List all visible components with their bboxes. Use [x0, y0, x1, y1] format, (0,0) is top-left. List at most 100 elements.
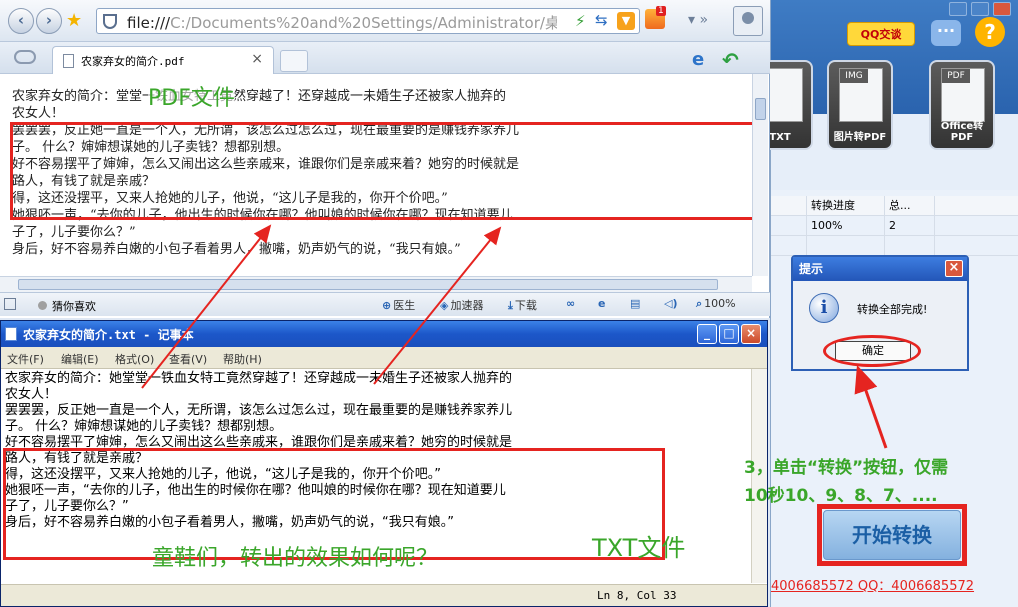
shield-icon [103, 14, 117, 29]
total-cell: 2 [885, 216, 935, 235]
glasses-icon[interactable]: ∞ [566, 297, 577, 310]
tab-title: 农家弃女的简介.pdf [81, 55, 185, 68]
start-convert-button[interactable]: 开始转换 [823, 510, 961, 560]
text-line: 罢罢罢，反正她一直是一个人，无所谓，该怎么过怎么过，现在最重要的是赚钱养家养儿 [5, 403, 513, 418]
dialog-close-icon[interactable]: × [945, 260, 963, 277]
sidebar-toggle-icon[interactable] [4, 298, 16, 310]
zoom-icon: ⌕ [696, 297, 703, 310]
cloud-icon[interactable] [14, 50, 36, 64]
dialog-title: 提示 [793, 257, 967, 281]
notepad-status-bar: Ln 8, Col 33 [1, 584, 767, 606]
notepad-titlebar[interactable]: 农家弃女的简介.txt - 记事本 _ □ × [1, 321, 767, 347]
pdf-icon: PDF [941, 68, 985, 122]
accelerator-icon: ◈ [440, 299, 449, 312]
notepad-title: 农家弃女的简介.txt - 记事本 [23, 328, 194, 342]
browser-status-bar: 猜你喜欢 ⊕ 医生 ◈ 加速器 ⤓ 下载 ∞ e ▤ ◁) ⌕ 100% [0, 292, 770, 316]
address-text[interactable]: file:///C:/Documents%20and%20Settings/Ad… [127, 12, 557, 33]
progress-cell: 100% [807, 216, 885, 235]
browser-window: ‹ › ★ file:///C:/Documents%20and%20Setti… [0, 0, 770, 318]
star-icon[interactable]: ★ [66, 10, 82, 31]
tab-pdf[interactable]: 农家弃女的简介.pdf × [52, 46, 274, 74]
sync-icon[interactable]: ⇆ [595, 11, 608, 29]
dialog-message: 转换全部完成! [857, 303, 928, 316]
volume-icon[interactable]: ◁) [664, 297, 680, 310]
tool-office-label: Office转PDF [940, 121, 984, 143]
back-button[interactable]: ‹ [8, 8, 34, 34]
forward-button[interactable]: › [36, 8, 62, 34]
minimize-button[interactable] [949, 2, 967, 16]
ie-mode-icon[interactable]: e [598, 297, 607, 310]
tab-bar: 农家弃女的简介.pdf × e ↶ [0, 42, 770, 74]
maximize-button[interactable]: □ [719, 324, 739, 344]
table-row[interactable]: 100% 2 [771, 216, 1018, 236]
text-line: 子。 什么？婶婶想谋她的儿子卖钱？想都别想。 [5, 419, 283, 434]
dropdown-icon[interactable]: ▼ [617, 12, 635, 30]
more-icon[interactable]: ▾ » [688, 12, 708, 28]
menu-edit[interactable]: 编辑(E) [61, 351, 99, 367]
scroll-thumb[interactable] [755, 98, 766, 120]
text-line: 农女人！ [5, 387, 58, 402]
close-button[interactable] [993, 2, 1011, 16]
guess-you-like[interactable]: 猜你喜欢 [52, 298, 96, 314]
close-button[interactable]: × [741, 324, 761, 344]
new-tab-button[interactable] [280, 50, 308, 72]
table-row [771, 236, 1018, 256]
text-line: 衣家弃女的简介：她堂堂一铁血女特工竟然穿越了！还穿越成一未婚生子还被家人抛弃的 [5, 371, 513, 386]
step-line-2: 10秒10、9、8、7、.... [744, 486, 938, 506]
task-table: 转换进度 总... 100% 2 [771, 196, 1018, 256]
step-line-1: 3，单击“转换”按钮，仅需 [744, 458, 949, 478]
doctor-icon: ⊕ [382, 299, 392, 312]
pdf-viewer[interactable]: 农家弃女的简介：堂堂一铁血女特工竟然穿越了！还穿越成一未婚生子还被家人抛弃的 农… [0, 74, 752, 276]
tool-image-to-pdf[interactable]: IMG 图片转PDF [827, 60, 893, 150]
navigation-bar: ‹ › ★ file:///C:/Documents%20and%20Setti… [0, 0, 770, 42]
clipboard-icon[interactable]: ▤ [630, 297, 642, 310]
horizontal-scrollbar[interactable] [0, 276, 752, 292]
contact-link[interactable]: 4006685572 QQ：4006685572 [771, 575, 974, 594]
notepad-menubar: 文件(F) 编辑(E) 格式(O) 查看(V) 帮助(H) [1, 347, 767, 369]
doctor-button[interactable]: ⊕ 医生 [382, 297, 415, 313]
column-progress[interactable]: 转换进度 [807, 196, 885, 215]
ie-icon[interactable]: e [692, 49, 704, 70]
menu-view[interactable]: 查看(V) [169, 351, 207, 367]
menu-help[interactable]: 帮助(H) [223, 351, 262, 367]
help-icon[interactable]: ? [975, 17, 1005, 47]
image-icon: IMG [839, 68, 883, 122]
pdf-line: 农女人！ [12, 106, 65, 121]
menu-format[interactable]: 格式(O) [115, 351, 154, 367]
info-icon: i [809, 293, 839, 323]
avatar[interactable] [733, 6, 763, 36]
address-bar[interactable]: file:///C:/Documents%20and%20Settings/Ad… [96, 8, 640, 34]
pdf-line: 子了，儿子要你么？” [12, 225, 136, 240]
undo-arrow-icon[interactable]: ↶ [722, 48, 739, 72]
cursor-position: Ln 8, Col 33 [597, 589, 677, 602]
close-icon[interactable]: × [251, 51, 263, 67]
apps-badge: 1 [656, 6, 666, 16]
zoom-control[interactable]: ⌕ 100% [696, 297, 736, 311]
download-button[interactable]: ⤓ 下载 [508, 297, 537, 313]
minimize-button[interactable]: _ [697, 324, 717, 344]
scroll-thumb[interactable] [18, 279, 718, 290]
tool-office-to-pdf[interactable]: PDF Office转PDF [929, 60, 995, 150]
converter-app: QQ交谈 ··· ? TXT IMG 图片转PDF PDF Office转PDF… [747, 0, 1018, 607]
notepad-icon [5, 327, 17, 341]
step-instruction: 3，单击“转换”按钮，仅需 10秒10、9、8、7、.... [744, 454, 948, 510]
ok-highlight-ring [823, 335, 921, 367]
table-header-row: 转换进度 总... [771, 196, 1018, 216]
question-caption: 童鞋们，转出的效果如何呢？ [152, 546, 439, 571]
menu-file[interactable]: 文件(F) [7, 351, 44, 367]
column-total[interactable]: 总... [885, 196, 935, 215]
vertical-scrollbar[interactable] [752, 74, 768, 276]
chat-icon[interactable]: ··· [931, 20, 961, 46]
dot-icon [38, 301, 47, 310]
maximize-button[interactable] [971, 2, 989, 16]
pdf-line: 身后，好不容易养白嫩的小包子看着男人，撇嘴，奶声奶气的说，“我只有娘。” [12, 242, 461, 257]
document-icon [63, 54, 74, 68]
pdf-line: 农家弃女的简介：堂堂一铁血女特工竟然穿越了！还穿越成一未婚生子还被家人抛弃的 [12, 89, 507, 104]
pdf-file-label: PDF文件 [148, 80, 235, 112]
lightning-icon[interactable]: ⚡ [575, 12, 586, 30]
qq-chat-label: QQ交谈 [860, 28, 902, 41]
accelerator-button[interactable]: ◈ 加速器 [440, 297, 483, 313]
tool-image-label: 图片转PDF [833, 132, 887, 143]
download-icon: ⤓ [508, 299, 513, 312]
qq-chat-button[interactable]: QQ交谈 [847, 22, 915, 46]
